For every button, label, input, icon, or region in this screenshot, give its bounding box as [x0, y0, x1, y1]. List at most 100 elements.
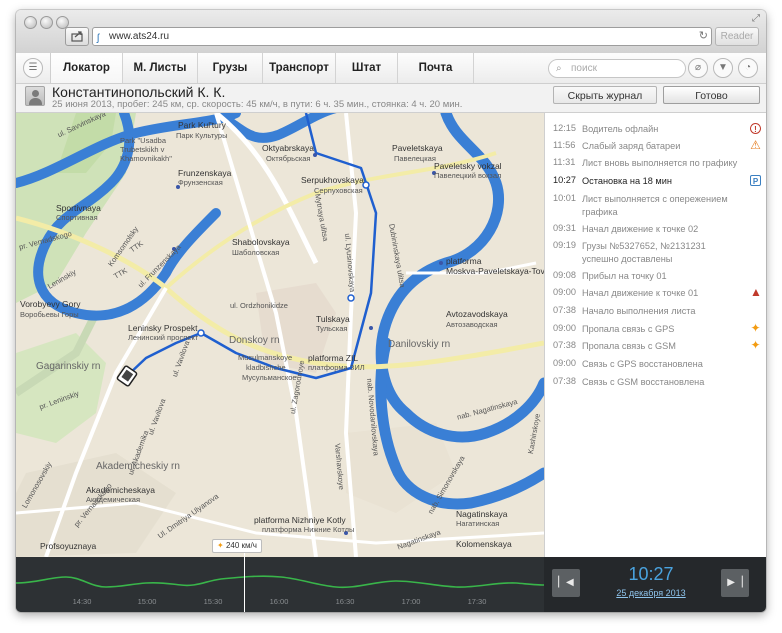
timeline-tick: 17:00 [401, 597, 421, 606]
share-icon [71, 31, 83, 42]
event-text: Слабый заряд батареи [582, 141, 681, 151]
event-text: Пропала связь с GPS [582, 324, 675, 334]
map-label: ul. Ordzhonikidze [230, 301, 288, 310]
search-input[interactable]: ⌕ поиск [548, 59, 686, 78]
map-label: платформа ЗИЛ [308, 363, 365, 372]
map-label: Frunzenskaya [178, 168, 232, 178]
map-view[interactable]: Park Kul'tury Парк Культуры Oktyabrskaya… [16, 113, 544, 557]
share-button[interactable] [65, 27, 89, 46]
reader-button[interactable]: Reader [715, 27, 759, 46]
address-bar[interactable]: ʃ www.ats24.ru ↻ [92, 27, 712, 46]
site-favicon-icon: ʃ [97, 33, 100, 44]
timeline-tick: 16:30 [335, 597, 355, 606]
map-label: Oktyabrskaya [262, 143, 314, 153]
tab-locator[interactable]: Локатор [50, 53, 123, 83]
speed-value: 240 км/ч [225, 541, 257, 550]
attachment-icon[interactable]: ⌀ [688, 58, 708, 78]
map-label: Павелецкая [394, 154, 436, 163]
event-time: 07:38 [553, 340, 576, 350]
current-time: 10:27 [628, 564, 674, 584]
reload-icon[interactable]: ↻ [699, 28, 708, 45]
step-back-icon: ▏◀ [558, 577, 574, 588]
event-text: Лист выполняется с опережением графика [582, 194, 728, 217]
event-time: 09:19 [553, 240, 576, 250]
map-label: Serpukhovskaya [301, 175, 364, 185]
signal-lost-icon: ✦ [750, 338, 761, 352]
step-forward-icon: ▶▕ [727, 577, 743, 588]
map-label: Тульская [316, 324, 348, 333]
map-label: Октябрьская [266, 154, 311, 163]
map-label: Спортивная [56, 213, 98, 222]
map-label: platforma ZIL [308, 353, 359, 363]
map-label: платформа Нижние Котлы [262, 525, 355, 534]
alert-icon: ! [750, 123, 761, 134]
map-label: Sportivnaya [56, 203, 101, 213]
timeline-bar: 14:30 15:00 15:30 16:00 16:30 17:00 17:3… [16, 539, 766, 612]
event-text: Связь с GPS восстановлена [582, 359, 703, 369]
warning-icon: ⚠ [750, 138, 761, 152]
event-time: 09:00 [553, 323, 576, 333]
event-time: 09:00 [553, 358, 576, 368]
filter-icon[interactable]: ▼ [713, 58, 733, 78]
browser-window: ⤢ ʃ www.ats24.ru ↻ Reader ☰ Локатор М. Л… [16, 10, 766, 612]
map-label: Нагатинская [456, 519, 500, 528]
map-label: Park "Usadba [120, 136, 167, 145]
map-label: Park Kul'tury [178, 120, 226, 130]
triangle-alert-icon: ▲ [750, 285, 762, 299]
main-menu-icon[interactable]: ☰ [23, 58, 43, 78]
event-time: 11:56 [553, 140, 576, 150]
done-button[interactable]: Готово [663, 86, 760, 104]
event-time: 07:38 [553, 376, 576, 386]
hide-log-button[interactable]: Скрыть журнал [553, 86, 657, 104]
map-label: Kolomenskaya [456, 539, 512, 549]
map-label: Khamovnikakh" [120, 154, 172, 163]
map-label: Trubetskikh v [120, 145, 165, 154]
map-label: Воробьевы Горы [20, 310, 79, 319]
event-time: 10:27 [553, 175, 576, 185]
search-icon: ⌕ [556, 63, 562, 74]
nav-tabs: Локатор М. Листы Грузы Транспорт Штат По… [50, 53, 474, 83]
event-time: 09:31 [553, 223, 576, 233]
map-label: Парк Культуры [176, 131, 228, 140]
event-text: Остановка на 18 мин [582, 176, 672, 186]
tab-staff[interactable]: Штат [336, 53, 398, 83]
map-label: Paveletsky vokzal [434, 161, 502, 171]
timeline-tick: 14:30 [72, 597, 92, 606]
search-placeholder: поиск [571, 63, 597, 74]
map-label: Leninsky Prospekt [128, 323, 198, 333]
map-label: Мусульманское [242, 373, 297, 382]
event-log-panel: 12:15 Водитель офлайн ! 11:56 Слабый зар… [544, 113, 766, 557]
tab-route-sheets[interactable]: М. Листы [123, 53, 198, 83]
app-navbar: ☰ Локатор М. Листы Грузы Транспорт Штат … [16, 53, 766, 84]
map-label: Avtozavodskaya [446, 309, 508, 319]
step-back-button[interactable]: ▏◀ [552, 569, 580, 597]
timeline-tick: 16:00 [269, 597, 289, 606]
timeline-tick: 15:00 [137, 597, 157, 606]
map-label: Shabolovskaya [232, 237, 290, 247]
map-label: Павелецкий вокзал [434, 171, 502, 180]
speedometer-icon[interactable]: ◔ [738, 58, 758, 78]
speed-timeline-chart[interactable]: 14:30 15:00 15:30 16:00 16:30 17:00 17:3… [16, 548, 544, 612]
fullscreen-icon[interactable]: ⤢ [752, 13, 760, 24]
current-date[interactable]: 25 декабря 2013 [606, 588, 696, 598]
map-label: Danilovskiy rn [388, 339, 451, 350]
driver-bar: Константинопольский К. К. 25 июня 2013, … [16, 84, 766, 113]
timeline-tick: 17:30 [467, 597, 487, 606]
tab-cargo[interactable]: Грузы [198, 53, 263, 83]
timeline-cursor[interactable] [244, 548, 245, 612]
event-time: 09:08 [553, 270, 576, 280]
tab-transport[interactable]: Транспорт [263, 53, 336, 83]
tab-mail[interactable]: Почта [398, 53, 474, 83]
event-text: Связь с GSM восстановлена [582, 377, 705, 387]
browser-titlebar: ⤢ ʃ www.ats24.ru ↻ Reader [16, 10, 766, 54]
close-window-button[interactable] [24, 16, 37, 29]
event-time: 10:01 [553, 193, 576, 203]
step-forward-button[interactable]: ▶▕ [721, 569, 749, 597]
map-label: Nagatinskaya [456, 509, 508, 519]
map-label: platforma Nizhniye Kotly [254, 515, 346, 525]
event-text: Начало выполнения листа [582, 306, 696, 316]
minimize-window-button[interactable] [40, 16, 53, 29]
driver-name: Константинопольский К. К. [52, 84, 226, 100]
map-label: Gagarinskiy rn [36, 361, 101, 372]
map-label: Tulskaya [316, 314, 350, 324]
